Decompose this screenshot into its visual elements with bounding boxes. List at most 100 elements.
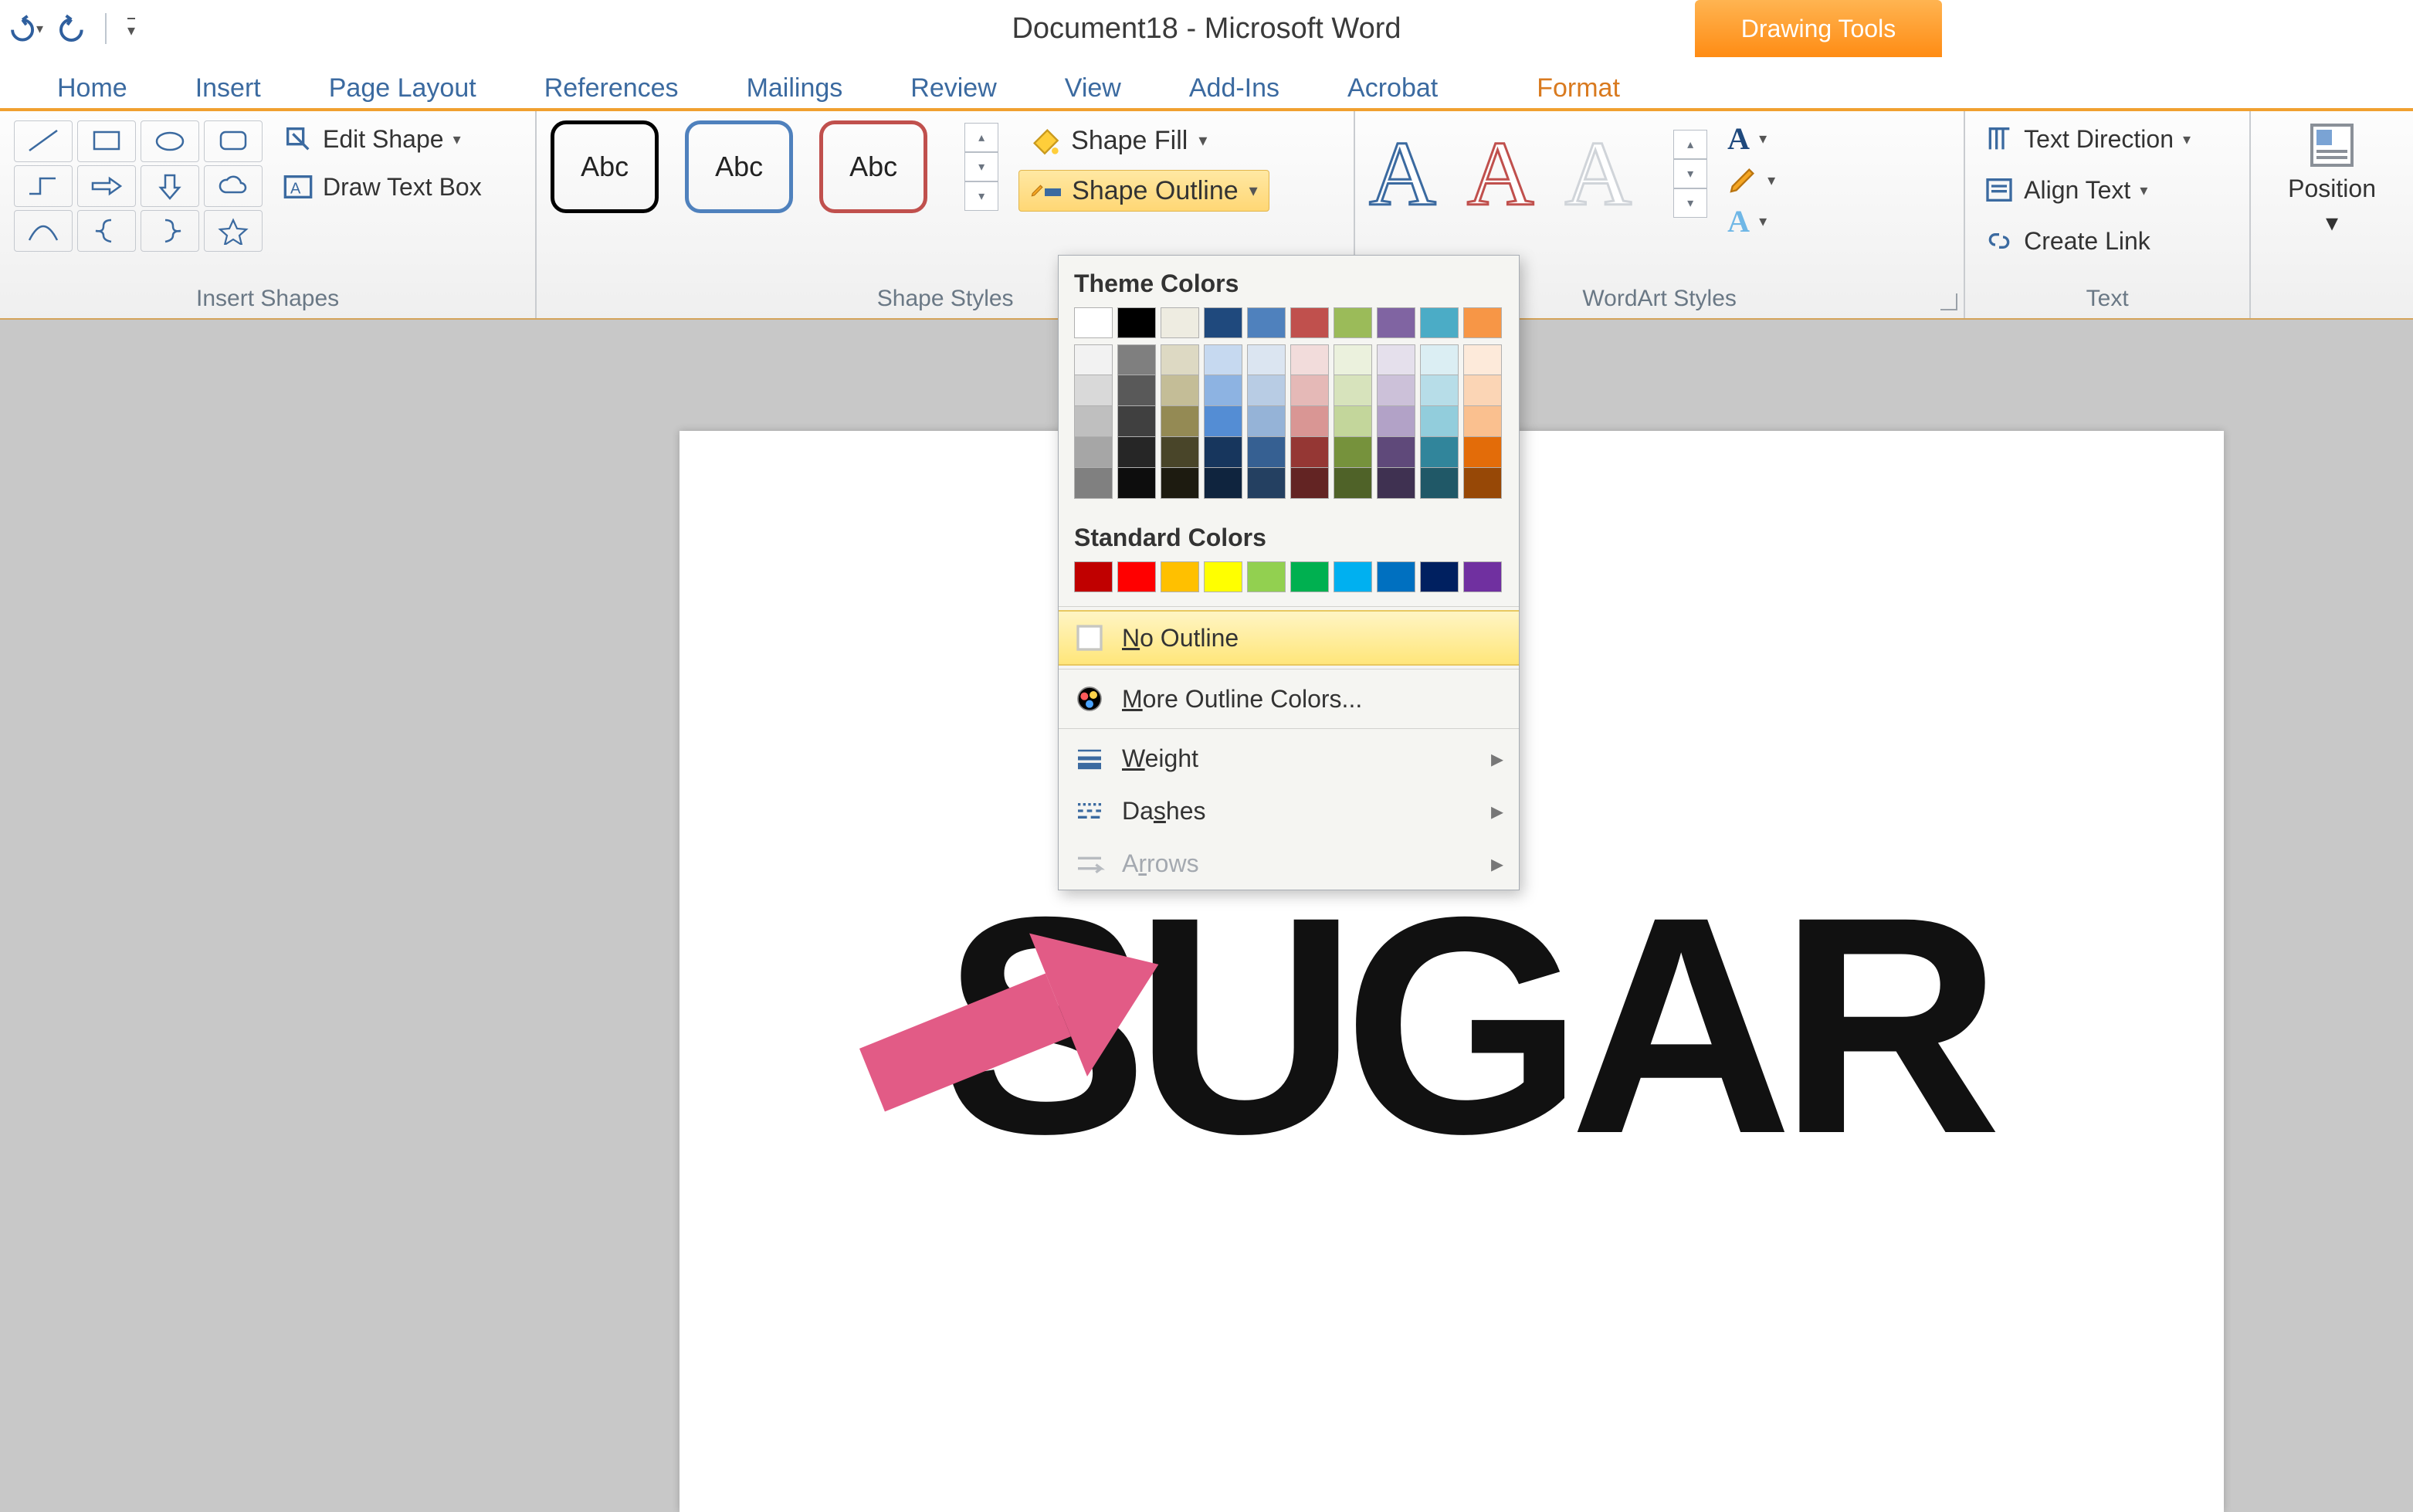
color-swatch[interactable] bbox=[1074, 406, 1113, 437]
color-swatch[interactable] bbox=[1074, 437, 1113, 468]
tab-review[interactable]: Review bbox=[876, 73, 1030, 111]
tab-home[interactable]: Home bbox=[23, 73, 161, 111]
color-swatch[interactable] bbox=[1161, 307, 1199, 338]
shape-style-preset[interactable]: Abc bbox=[551, 120, 659, 213]
redo-button[interactable] bbox=[54, 10, 91, 47]
color-swatch[interactable] bbox=[1290, 307, 1329, 338]
color-swatch[interactable] bbox=[1117, 307, 1156, 338]
color-swatch[interactable] bbox=[1334, 468, 1372, 499]
color-swatch[interactable] bbox=[1377, 406, 1415, 437]
color-swatch[interactable] bbox=[1377, 307, 1415, 338]
color-swatch[interactable] bbox=[1161, 406, 1199, 437]
color-swatch[interactable] bbox=[1290, 468, 1329, 499]
gallery-more-button[interactable]: ▾ bbox=[964, 181, 998, 211]
color-swatch[interactable] bbox=[1420, 344, 1459, 375]
shape-style-gallery[interactable]: Abc Abc Abc ▴ ▾ ▾ bbox=[551, 120, 998, 213]
color-swatch[interactable] bbox=[1204, 561, 1242, 592]
color-swatch[interactable] bbox=[1420, 468, 1459, 499]
text-fill-button[interactable]: A ▾ bbox=[1727, 120, 1775, 157]
shape-brace-left-icon[interactable] bbox=[77, 210, 136, 252]
color-swatch[interactable] bbox=[1247, 344, 1286, 375]
shape-outline-button[interactable]: Shape Outline ▾ bbox=[1018, 170, 1269, 212]
gallery-up-button[interactable]: ▴ bbox=[1673, 130, 1707, 159]
color-swatch[interactable] bbox=[1247, 375, 1286, 406]
color-swatch[interactable] bbox=[1290, 406, 1329, 437]
color-swatch[interactable] bbox=[1074, 375, 1113, 406]
tab-add-ins[interactable]: Add-Ins bbox=[1155, 73, 1313, 111]
align-text-button[interactable]: Align Text ▾ bbox=[1979, 171, 2195, 208]
shape-curve-icon[interactable] bbox=[14, 210, 73, 252]
color-swatch[interactable] bbox=[1117, 375, 1156, 406]
color-swatch[interactable] bbox=[1074, 307, 1113, 338]
color-swatch[interactable] bbox=[1420, 437, 1459, 468]
color-swatch[interactable] bbox=[1420, 307, 1459, 338]
draw-text-box-button[interactable]: A Draw Text Box bbox=[278, 168, 486, 205]
color-swatch[interactable] bbox=[1247, 437, 1286, 468]
tab-acrobat[interactable]: Acrobat bbox=[1313, 73, 1472, 111]
shape-gallery[interactable] bbox=[14, 120, 263, 252]
wordart-preset-icon[interactable]: A bbox=[1467, 120, 1534, 227]
color-swatch[interactable] bbox=[1074, 344, 1113, 375]
color-swatch[interactable] bbox=[1377, 344, 1415, 375]
color-swatch[interactable] bbox=[1247, 406, 1286, 437]
tab-insert[interactable]: Insert bbox=[161, 73, 295, 111]
color-swatch[interactable] bbox=[1463, 375, 1502, 406]
shape-fill-button[interactable]: Shape Fill ▾ bbox=[1018, 120, 1269, 161]
shape-style-preset[interactable]: Abc bbox=[819, 120, 927, 213]
text-effects-button[interactable]: A ▾ bbox=[1727, 203, 1775, 239]
color-swatch[interactable] bbox=[1290, 561, 1329, 592]
color-swatch[interactable] bbox=[1463, 406, 1502, 437]
no-outline-item[interactable]: No Outline bbox=[1059, 610, 1519, 666]
tab-page-layout[interactable]: Page Layout bbox=[295, 73, 510, 111]
color-swatch[interactable] bbox=[1290, 437, 1329, 468]
color-swatch[interactable] bbox=[1204, 406, 1242, 437]
color-swatch[interactable] bbox=[1377, 375, 1415, 406]
qat-customize-button[interactable]: ▾ bbox=[120, 10, 142, 47]
color-swatch[interactable] bbox=[1463, 307, 1502, 338]
tab-references[interactable]: References bbox=[510, 73, 713, 111]
gallery-more-button[interactable]: ▾ bbox=[1673, 188, 1707, 218]
dashes-item[interactable]: Dashes ▸ bbox=[1059, 785, 1519, 837]
color-swatch[interactable] bbox=[1463, 468, 1502, 499]
color-swatch[interactable] bbox=[1334, 307, 1372, 338]
color-swatch[interactable] bbox=[1334, 375, 1372, 406]
color-swatch[interactable] bbox=[1334, 406, 1372, 437]
undo-button[interactable]: ▾ bbox=[6, 10, 43, 47]
shape-star-icon[interactable] bbox=[204, 210, 263, 252]
shape-rounded-rect-icon[interactable] bbox=[204, 120, 263, 162]
shape-line-icon[interactable] bbox=[14, 120, 73, 162]
shape-arrow-down-icon[interactable] bbox=[141, 165, 199, 207]
color-swatch[interactable] bbox=[1204, 437, 1242, 468]
color-swatch[interactable] bbox=[1420, 561, 1459, 592]
color-swatch[interactable] bbox=[1161, 561, 1199, 592]
color-swatch[interactable] bbox=[1161, 468, 1199, 499]
color-swatch[interactable] bbox=[1204, 307, 1242, 338]
shape-arrow-right-icon[interactable] bbox=[77, 165, 136, 207]
color-swatch[interactable] bbox=[1377, 561, 1415, 592]
color-swatch[interactable] bbox=[1420, 375, 1459, 406]
gallery-down-button[interactable]: ▾ bbox=[964, 152, 998, 181]
shape-elbow-connector-icon[interactable] bbox=[14, 165, 73, 207]
text-outline-button[interactable]: ▾ bbox=[1727, 164, 1775, 195]
tab-format[interactable]: Format bbox=[1503, 73, 1654, 111]
tab-view[interactable]: View bbox=[1031, 73, 1155, 111]
wordart-preset-icon[interactable]: A bbox=[1565, 120, 1632, 227]
color-swatch[interactable] bbox=[1117, 561, 1156, 592]
contextual-tab-drawing-tools[interactable]: Drawing Tools bbox=[1695, 0, 1942, 57]
shape-rectangle-icon[interactable] bbox=[77, 120, 136, 162]
shape-oval-icon[interactable] bbox=[141, 120, 199, 162]
color-swatch[interactable] bbox=[1377, 437, 1415, 468]
color-swatch[interactable] bbox=[1247, 468, 1286, 499]
color-swatch[interactable] bbox=[1074, 468, 1113, 499]
shape-cloud-icon[interactable] bbox=[204, 165, 263, 207]
edit-shape-button[interactable]: Edit Shape ▾ bbox=[278, 120, 486, 158]
gallery-up-button[interactable]: ▴ bbox=[964, 123, 998, 152]
dialog-launcher-wordart-styles[interactable] bbox=[1940, 293, 1957, 310]
color-swatch[interactable] bbox=[1161, 344, 1199, 375]
color-swatch[interactable] bbox=[1247, 307, 1286, 338]
color-swatch[interactable] bbox=[1334, 437, 1372, 468]
color-swatch[interactable] bbox=[1420, 406, 1459, 437]
color-swatch[interactable] bbox=[1117, 344, 1156, 375]
color-swatch[interactable] bbox=[1117, 468, 1156, 499]
color-swatch[interactable] bbox=[1204, 344, 1242, 375]
